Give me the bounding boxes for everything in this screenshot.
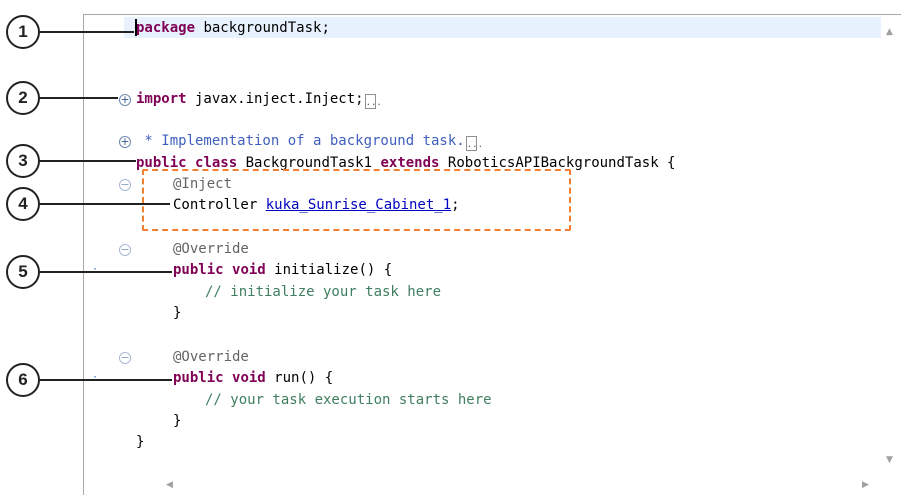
- closing-brace: }: [136, 434, 145, 450]
- horizontal-scrollbar[interactable]: ◀ ▶: [124, 477, 901, 495]
- callout-leader-5: [38, 271, 172, 273]
- fold-expand-icon[interactable]: +: [119, 136, 131, 148]
- code-line-javadoc[interactable]: * Implementation of a background task...…: [136, 132, 483, 151]
- annotation-override: @Override: [173, 349, 249, 365]
- callout-5: 5: [6, 255, 40, 289]
- code-line-override-2[interactable]: @Override: [173, 348, 249, 366]
- code-line-package[interactable]: package backgroundTask;: [136, 19, 330, 37]
- callout-3: 3: [6, 144, 40, 178]
- keyword-public: public: [173, 262, 224, 278]
- callout-leader-3: [38, 160, 136, 162]
- callout-leader-1: [38, 31, 134, 33]
- code-line-import[interactable]: import javax.inject.Inject;...: [136, 90, 382, 109]
- line-comment: // your task execution starts here: [205, 392, 492, 408]
- vertical-scrollbar[interactable]: ▲ ▼: [881, 15, 899, 477]
- scroll-left-icon[interactable]: ◀: [166, 480, 173, 490]
- javadoc-comment: * Implementation of a background task.: [136, 133, 465, 149]
- keyword-void: void: [232, 370, 266, 386]
- fold-collapse-icon[interactable]: −: [119, 352, 131, 364]
- code-line-run[interactable]: public void run() {: [173, 369, 333, 387]
- callout-leader-6: [38, 379, 172, 381]
- callout-2: 2: [6, 81, 40, 115]
- callout-4: 4: [6, 187, 40, 221]
- code-line-close-class[interactable]: }: [136, 433, 144, 451]
- package-name: backgroundTask;: [195, 20, 330, 36]
- method-initialize: initialize() {: [265, 262, 393, 278]
- code-line-comment-initialize[interactable]: // initialize your task here: [205, 283, 441, 301]
- editor-gutter: [84, 15, 124, 477]
- scroll-up-icon[interactable]: ▲: [886, 27, 893, 37]
- callout-6: 6: [6, 363, 40, 397]
- code-line-close-initialize[interactable]: }: [173, 304, 181, 322]
- fold-collapse-icon[interactable]: −: [119, 179, 131, 191]
- keyword-void: void: [232, 262, 266, 278]
- closing-brace: }: [173, 413, 182, 429]
- folded-code-ellipsis[interactable]: ...: [364, 94, 382, 109]
- closing-brace: }: [173, 305, 182, 321]
- method-run: run() {: [265, 370, 334, 386]
- code-line-comment-run[interactable]: // your task execution starts here: [205, 391, 492, 409]
- scroll-down-icon[interactable]: ▼: [886, 455, 893, 465]
- fold-collapse-icon[interactable]: −: [119, 244, 131, 256]
- callout-leader-4: [38, 203, 170, 205]
- keyword-public: public: [173, 370, 224, 386]
- callout-leader-2: [38, 97, 118, 99]
- fold-expand-icon[interactable]: +: [119, 94, 131, 106]
- code-editor[interactable]: package backgroundTask; + import javax.i…: [83, 14, 901, 495]
- annotation-override: @Override: [173, 241, 249, 257]
- import-path: javax.inject.Inject;: [186, 91, 364, 107]
- code-line-close-run[interactable]: }: [173, 412, 181, 430]
- scroll-right-icon[interactable]: ▶: [862, 480, 869, 490]
- code-line-initialize[interactable]: public void initialize() {: [173, 261, 392, 279]
- code-line-override-1[interactable]: @Override: [173, 240, 249, 258]
- line-comment: // initialize your task here: [205, 284, 442, 300]
- injected-field-highlight: [142, 169, 571, 231]
- callout-1: 1: [6, 15, 40, 49]
- keyword-package: package: [136, 20, 196, 36]
- keyword-import: import: [136, 91, 187, 107]
- folded-code-ellipsis[interactable]: ...: [465, 136, 483, 151]
